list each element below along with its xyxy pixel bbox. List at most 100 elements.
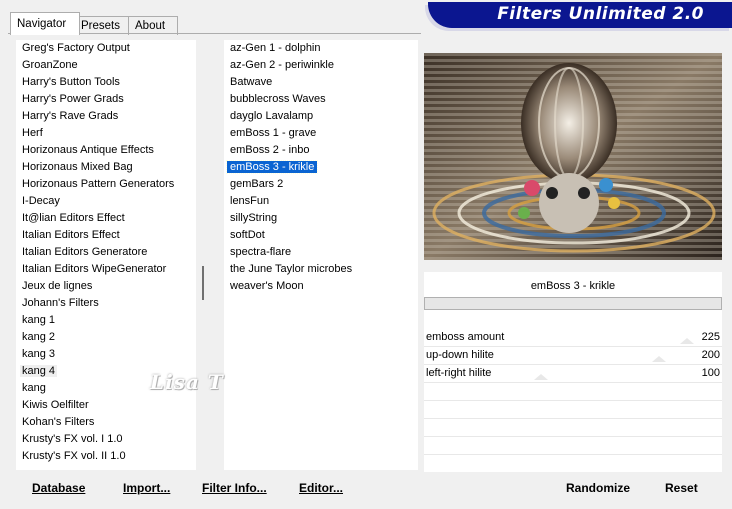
param-row-emboss-amount[interactable]: emboss amount 225	[424, 329, 722, 347]
filter-item-label: Batwave	[230, 76, 273, 88]
filter-item[interactable]: spectra-flare	[224, 244, 418, 261]
filter-item[interactable]: weaver's Moon	[224, 278, 418, 295]
category-item-label: It@lian Editors Effect	[22, 212, 125, 224]
category-item[interactable]: kang 2	[16, 329, 196, 346]
filter-list[interactable]: az-Gen 1 - dolphin az-Gen 2 - periwinkle B…	[224, 40, 418, 470]
param-value: 100	[701, 367, 720, 379]
slider-thumb-emboss-amount[interactable]	[680, 338, 694, 344]
category-item[interactable]: Horizonaus Mixed Bag	[16, 159, 196, 176]
category-item-label: Harry's Button Tools	[22, 76, 120, 88]
category-item[interactable]: kang 1	[16, 312, 196, 329]
editor-button[interactable]: Editor...	[299, 480, 343, 496]
filter-item[interactable]: bubblecross Waves	[224, 91, 418, 108]
param-row-left-right-hilite[interactable]: left-right hilite 100	[424, 365, 722, 383]
category-item-label: Kohan's Filters	[22, 416, 95, 428]
param-value: 225	[701, 331, 720, 343]
filter-item-label: lensFun	[230, 195, 270, 207]
filter-item-label: emBoss 3 - krikle	[225, 160, 319, 174]
filter-item[interactable]: softDot	[224, 227, 418, 244]
category-scrollbar-thumb[interactable]	[202, 266, 204, 300]
filter-item-label: bubblecross Waves	[230, 93, 326, 105]
filter-item[interactable]: emBoss 3 - krikle	[224, 159, 418, 176]
filter-item[interactable]: az-Gen 2 - periwinkle	[224, 57, 418, 74]
category-item-label: Harry's Power Grads	[22, 93, 124, 105]
category-item-label: kang	[22, 382, 46, 394]
param-label: up-down hilite	[426, 349, 494, 361]
filter-item[interactable]: Batwave	[224, 74, 418, 91]
category-item[interactable]: kang 3	[16, 346, 196, 363]
category-item[interactable]: Kohan's Filters	[16, 414, 196, 431]
tab-navigator[interactable]: Navigator	[10, 12, 80, 35]
category-item-label: Johann's Filters	[22, 297, 99, 309]
category-item[interactable]: Horizonaus Pattern Generators	[16, 176, 196, 193]
category-item[interactable]: Italian Editors WipeGenerator	[16, 261, 196, 278]
category-item[interactable]: Kiwis Oelfilter	[16, 397, 196, 414]
param-label: left-right hilite	[426, 367, 492, 379]
param-label: emboss amount	[426, 331, 505, 343]
param-row-empty	[424, 383, 722, 401]
filter-item[interactable]: emBoss 1 - grave	[224, 125, 418, 142]
category-item[interactable]: Johann's Filters	[16, 295, 196, 312]
category-item[interactable]: GroanZone	[16, 57, 196, 74]
param-row-up-down-hilite[interactable]: up-down hilite 200	[424, 347, 722, 365]
reset-button[interactable]: Reset	[665, 480, 698, 496]
category-item-label: Herf	[22, 127, 43, 139]
category-item-label: Harry's Rave Grads	[22, 110, 119, 122]
preview-image	[424, 53, 722, 260]
category-item[interactable]: It@lian Editors Effect	[16, 210, 196, 227]
category-item-label: kang 4	[20, 365, 58, 377]
category-item[interactable]: Harry's Rave Grads	[16, 108, 196, 125]
randomize-button[interactable]: Randomize	[566, 480, 630, 496]
param-row-empty	[424, 401, 722, 419]
filter-item-label: emBoss 2 - inbo	[230, 144, 310, 156]
filter-item[interactable]: dayglo Lavalamp	[224, 108, 418, 125]
progress-bar	[424, 297, 722, 310]
category-item[interactable]: Harry's Button Tools	[16, 74, 196, 91]
category-item-label: Krusty's FX vol. II 1.0	[22, 450, 126, 462]
import-button[interactable]: Import...	[123, 480, 170, 496]
filter-item-label: az-Gen 2 - periwinkle	[230, 59, 334, 71]
filter-item-label: az-Gen 1 - dolphin	[230, 42, 321, 54]
category-item-label: kang 2	[22, 331, 56, 343]
category-item-label: kang 1	[22, 314, 56, 326]
filter-item[interactable]: lensFun	[224, 193, 418, 210]
database-button[interactable]: Database	[32, 480, 85, 496]
category-item-label: Horizonaus Antique Effects	[22, 144, 154, 156]
category-item-label: kang 3	[22, 348, 56, 360]
category-item[interactable]: Greg's Factory Output	[16, 40, 196, 57]
category-item[interactable]: Krusty's FX vol. I 1.0	[16, 431, 196, 448]
filter-item[interactable]: the June Taylor microbes	[224, 261, 418, 278]
category-list[interactable]: Greg's Factory Output GroanZone Harry's Bu…	[16, 40, 196, 470]
filter-item-label: emBoss 1 - grave	[230, 127, 317, 139]
preview-artwork	[424, 53, 722, 260]
filter-item-label: dayglo Lavalamp	[230, 110, 314, 122]
category-item[interactable]: Krusty's FX vol. II 1.0	[16, 448, 196, 465]
slider-thumb-up-down-hilite[interactable]	[652, 356, 666, 362]
category-item[interactable]: Herf	[16, 125, 196, 142]
slider-thumb-left-right-hilite[interactable]	[534, 374, 548, 380]
category-item-label: Italian Editors Effect	[22, 229, 120, 241]
category-item[interactable]: Horizonaus Antique Effects	[16, 142, 196, 159]
category-item[interactable]: Jeux de lignes	[16, 278, 196, 295]
category-item-label: I-Decay	[22, 195, 60, 207]
category-scrollbar[interactable]	[196, 40, 222, 470]
filter-item-label: gemBars 2	[230, 178, 284, 190]
category-item-label: Horizonaus Mixed Bag	[22, 161, 133, 173]
param-row-empty	[424, 437, 722, 455]
filter-item[interactable]: az-Gen 1 - dolphin	[224, 40, 418, 57]
category-item[interactable]: Italian Editors Generatore	[16, 244, 196, 261]
filter-item[interactable]: gemBars 2	[224, 176, 418, 193]
app-title: Filters Unlimited 2.0	[497, 4, 704, 24]
category-item[interactable]: Italian Editors Effect	[16, 227, 196, 244]
category-item-label: Jeux de lignes	[22, 280, 93, 292]
filter-item[interactable]: emBoss 2 - inbo	[224, 142, 418, 159]
filter-item-label: softDot	[230, 229, 265, 241]
app-banner: Filters Unlimited 2.0	[428, 2, 732, 28]
category-item-label: Horizonaus Pattern Generators	[22, 178, 175, 190]
filter-info-button[interactable]: Filter Info...	[202, 480, 267, 496]
param-value: 200	[701, 349, 720, 361]
filter-item[interactable]: sillyString	[224, 210, 418, 227]
category-item[interactable]: Harry's Power Grads	[16, 91, 196, 108]
category-item-label: Italian Editors WipeGenerator	[22, 263, 167, 275]
category-item[interactable]: I-Decay	[16, 193, 196, 210]
